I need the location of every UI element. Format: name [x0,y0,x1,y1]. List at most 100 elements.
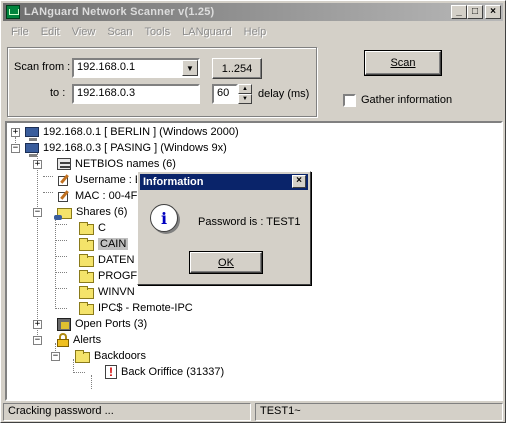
scan-from-combo[interactable]: 192.168.0.1 ▼ [72,58,200,78]
window-title: LANguard Network Scanner v(1.25) [24,6,215,18]
menu-languard[interactable]: LANguard [176,26,238,38]
computer-icon [25,127,39,141]
menu-edit[interactable]: Edit [35,26,66,38]
scan-from-value: 192.168.0.1 [77,61,136,73]
app-icon [6,5,20,19]
information-dialog: Information × i Password is : TEST1 OK [137,171,311,285]
ports-icon [57,317,71,331]
tree-shares[interactable]: Shares (6) [54,204,127,220]
tree-share-item[interactable]: WINVN [79,284,135,300]
tree-netbios-label: NETBIOS names (6) [75,158,176,170]
tree-connector [91,375,92,389]
share-item-label: PROGF [98,270,138,282]
folder-icon [79,285,94,299]
tree-connector [55,240,67,241]
tree-connector [55,256,67,257]
share-item-label: IPC$ - Remote-IPC [98,302,193,314]
delay-label: delay (ms) [258,88,310,100]
tree-share-item[interactable]: IPC$ - Remote-IPC [79,300,193,316]
scan-to-value: 192.168.0.3 [77,87,136,99]
tree-open-ports-label: Open Ports (3) [75,318,148,330]
tree-host-1-label: 192.168.0.1 [ BERLIN ] (Windows 2000) [43,126,239,138]
scan-to-field[interactable]: 192.168.0.3 [72,84,200,104]
tree-connector [37,153,38,343]
scan-button-label: Scan [390,57,416,69]
dialog-title: Information [143,176,204,188]
shared-folder-icon [54,207,72,220]
close-button[interactable]: × [485,5,501,19]
collapse-icon[interactable]: − [33,208,42,217]
tree-connector [55,288,67,289]
dialog-close-button[interactable]: × [292,175,306,188]
tree-back-orifice-label: Back Oriffice (31337) [121,366,225,378]
maximize-button[interactable]: □ [467,5,483,19]
ok-button-label: OK [218,256,234,269]
tree-host-2[interactable]: 192.168.0.3 [ PASING ] (Windows 9x) [25,140,227,157]
tree-connector [43,176,53,177]
lock-icon [57,333,69,347]
minimize-button[interactable]: _ [451,5,467,19]
menu-tools[interactable]: Tools [138,26,176,38]
tree-share-item[interactable]: PROGF [79,268,137,284]
tree-mac[interactable]: MAC : 00-4F [57,188,137,204]
share-item-label: C [98,222,106,234]
info-icon: i [150,204,178,232]
folder-icon [79,253,94,267]
scan-range-group: Scan from : 192.168.0.1 ▼ 1..254 to : 19… [7,47,317,117]
gather-info-checkbox[interactable] [343,94,356,107]
share-item-label: CAIN [98,238,129,250]
spin-down-icon[interactable]: ▼ [238,94,252,104]
tree-share-item[interactable]: C [79,220,106,236]
tree-back-orifice[interactable]: Back Oriffice (31337) [105,364,224,380]
spin-up-icon[interactable]: ▲ [238,84,252,94]
expand-icon[interactable]: + [33,160,42,169]
netbios-icon [57,158,71,170]
delay-value: 60 [217,87,230,99]
scan-from-label: Scan from : [14,61,71,73]
range-button[interactable]: 1..254 [212,58,262,79]
folder-icon [79,269,94,283]
collapse-icon[interactable]: − [33,336,42,345]
tree-backdoors[interactable]: Backdoors [75,348,146,364]
tree-share-item[interactable]: CAIN [79,236,129,252]
scan-to-label: to : [50,87,66,99]
dialog-title-bar[interactable]: Information × [140,174,308,190]
folder-icon [79,237,94,251]
menu-file[interactable]: File [5,26,35,38]
status-pane-left: Cracking password ... [3,403,251,421]
tree-netbios[interactable]: NETBIOS names (6) [57,156,176,172]
share-item-label: WINVN [98,286,135,298]
tree-share-item[interactable]: DATEN [79,252,134,268]
tree-connector [55,224,67,225]
tree-alerts[interactable]: Alerts [57,332,101,348]
tree-connector [55,272,67,273]
chevron-down-icon[interactable]: ▼ [182,60,198,76]
status-bar: Cracking password ... TEST1~ [3,403,503,421]
scan-button[interactable]: Scan [364,50,442,76]
tree-username[interactable]: Username : E [57,172,142,188]
computer-icon [25,143,39,157]
tree-connector [43,192,53,193]
note-icon [57,190,71,202]
ok-button[interactable]: OK [189,251,263,274]
collapse-icon[interactable]: − [11,144,20,153]
status-pane-right: TEST1~ [255,403,503,421]
delay-spinner[interactable]: ▲ ▼ [238,84,252,104]
tree-mac-label: MAC : 00-4F [75,190,138,202]
menu-help[interactable]: Help [238,26,273,38]
status-password: TEST1~ [260,405,301,417]
folder-icon [79,301,94,315]
collapse-icon[interactable]: − [51,352,60,361]
gather-info-label: Gather information [361,94,453,106]
delay-field[interactable]: 60 [212,84,238,104]
menu-view[interactable]: View [66,26,102,38]
title-bar[interactable]: LANguard Network Scanner v(1.25) _ □ × [3,3,503,21]
expand-icon[interactable]: + [11,128,20,137]
note-icon [57,174,71,186]
tree-host-2-label: 192.168.0.3 [ PASING ] (Windows 9x) [43,142,227,154]
tree-open-ports[interactable]: Open Ports (3) [57,316,147,332]
folder-icon [75,349,90,363]
tree-host-1[interactable]: 192.168.0.1 [ BERLIN ] (Windows 2000) [25,124,239,141]
menu-scan[interactable]: Scan [101,26,138,38]
expand-icon[interactable]: + [33,320,42,329]
